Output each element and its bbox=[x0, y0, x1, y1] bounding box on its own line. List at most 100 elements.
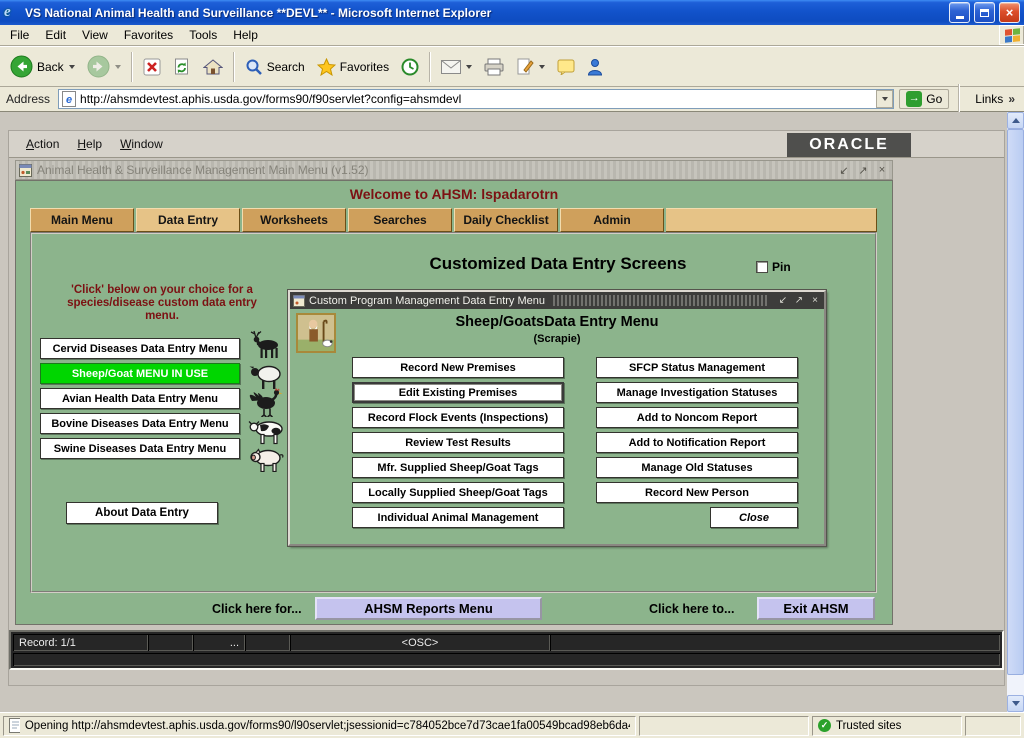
forward-button[interactable] bbox=[81, 51, 127, 82]
tab-admin[interactable]: Admin bbox=[560, 208, 664, 232]
pig-icon bbox=[243, 442, 289, 472]
history-button[interactable] bbox=[395, 54, 425, 80]
species-button-sheep-goat-in-use[interactable]: Sheep/Goat MENU IN USE bbox=[40, 363, 240, 384]
pin-checkbox[interactable] bbox=[756, 261, 768, 273]
menu-view[interactable]: View bbox=[74, 28, 116, 42]
mdi-minimize-icon[interactable]: ↙ bbox=[837, 164, 851, 177]
dialog-minimize-icon[interactable]: ↙ bbox=[777, 295, 789, 306]
record-flock-events-button[interactable]: Record Flock Events (Inspections) bbox=[352, 407, 564, 428]
individual-animal-management-button[interactable]: Individual Animal Management bbox=[352, 507, 564, 528]
refresh-icon bbox=[173, 58, 191, 76]
dialog-close-icon[interactable]: × bbox=[809, 295, 821, 306]
tab-searches[interactable]: Searches bbox=[348, 208, 452, 232]
mdi-restore-icon[interactable]: ↗ bbox=[856, 164, 870, 177]
record-indicator: Record: 1/1 bbox=[13, 634, 148, 651]
maximize-icon bbox=[980, 9, 989, 17]
browser-viewport: Action Help Window ORACLE Animal Health … bbox=[0, 112, 1024, 712]
dialog-restore-icon[interactable]: ↗ bbox=[793, 295, 805, 306]
mdi-window-titlebar[interactable]: Animal Health & Surveillance Management … bbox=[15, 160, 893, 180]
ahsm-reports-menu-button[interactable]: AHSM Reports Menu bbox=[315, 597, 542, 620]
edit-existing-premises-button[interactable]: Edit Existing Premises bbox=[352, 382, 564, 403]
close-button[interactable]: × bbox=[999, 2, 1020, 23]
menu-edit[interactable]: Edit bbox=[37, 28, 74, 42]
menu-help[interactable]: Help bbox=[225, 28, 266, 42]
reports-caption: Click here for... bbox=[212, 602, 302, 616]
sfcp-status-management-button[interactable]: SFCP Status Management bbox=[596, 357, 798, 378]
address-dropdown-button[interactable] bbox=[876, 90, 893, 108]
mail-dropdown-icon[interactable] bbox=[466, 65, 472, 69]
species-button-avian[interactable]: Avian Health Data Entry Menu bbox=[40, 388, 240, 409]
mfr-supplied-tags-button[interactable]: Mfr. Supplied Sheep/Goat Tags bbox=[352, 457, 564, 478]
status-message-panel: Opening http://ahsmdevtest.aphis.usda.go… bbox=[3, 716, 636, 736]
messenger-button[interactable] bbox=[581, 54, 609, 80]
address-bar: Address e → Go Links » bbox=[0, 87, 1024, 112]
trusted-sites-check-icon: ✓ bbox=[818, 719, 831, 732]
species-button-bovine[interactable]: Bovine Diseases Data Entry Menu bbox=[40, 413, 240, 434]
home-button[interactable] bbox=[197, 54, 229, 80]
forward-dropdown-icon[interactable] bbox=[115, 65, 121, 69]
print-button[interactable] bbox=[478, 54, 510, 80]
vertical-scrollbar[interactable] bbox=[1007, 112, 1024, 712]
forms-menu-action[interactable]: Action bbox=[17, 137, 68, 151]
tab-worksheets[interactable]: Worksheets bbox=[242, 208, 346, 232]
close-icon: × bbox=[1006, 6, 1014, 19]
home-icon bbox=[203, 58, 223, 76]
add-to-noncom-report-button[interactable]: Add to Noncom Report bbox=[596, 407, 798, 428]
scroll-down-button[interactable] bbox=[1007, 695, 1024, 712]
page-icon: e bbox=[62, 91, 76, 107]
about-data-entry-button[interactable]: About Data Entry bbox=[66, 502, 218, 524]
exit-ahsm-button[interactable]: Exit AHSM bbox=[757, 597, 875, 620]
tab-main-menu[interactable]: Main Menu bbox=[30, 208, 134, 232]
print-icon bbox=[484, 58, 504, 76]
stop-button[interactable] bbox=[137, 54, 167, 80]
go-button[interactable]: → Go bbox=[899, 89, 949, 109]
manage-old-statuses-button[interactable]: Manage Old Statuses bbox=[596, 457, 798, 478]
address-input[interactable] bbox=[80, 92, 872, 106]
oracle-forms-applet: Action Help Window ORACLE Animal Health … bbox=[8, 130, 1005, 686]
deer-icon bbox=[243, 330, 289, 360]
back-button[interactable]: Back bbox=[4, 51, 81, 82]
document-icon bbox=[9, 718, 20, 733]
menu-tools[interactable]: Tools bbox=[181, 28, 225, 42]
add-to-notification-report-button[interactable]: Add to Notification Report bbox=[596, 432, 798, 453]
mail-button[interactable] bbox=[435, 56, 478, 78]
refresh-button[interactable] bbox=[167, 54, 197, 80]
tab-daily-checklist[interactable]: Daily Checklist bbox=[454, 208, 558, 232]
console-ellipsis: ... bbox=[193, 634, 245, 651]
dialog-titlebar[interactable]: Custom Program Management Data Entry Men… bbox=[290, 292, 824, 309]
forms-status-console: Record: 1/1 ... <OSC> bbox=[9, 630, 1004, 670]
search-button[interactable]: Search bbox=[239, 54, 311, 80]
mail-icon bbox=[441, 60, 461, 74]
locally-supplied-tags-button[interactable]: Locally Supplied Sheep/Goat Tags bbox=[352, 482, 564, 503]
menu-file[interactable]: File bbox=[2, 28, 37, 42]
links-button[interactable]: Links » bbox=[969, 92, 1021, 106]
back-dropdown-icon[interactable] bbox=[69, 65, 75, 69]
scrollbar-thumb[interactable] bbox=[1007, 129, 1024, 675]
search-icon bbox=[245, 58, 263, 76]
favorites-button[interactable]: Favorites bbox=[311, 54, 395, 80]
tab-data-entry[interactable]: Data Entry bbox=[136, 208, 240, 232]
maximize-button[interactable] bbox=[974, 2, 995, 23]
forms-menu-window[interactable]: Window bbox=[111, 137, 172, 151]
review-test-results-button[interactable]: Review Test Results bbox=[352, 432, 564, 453]
edit-button[interactable] bbox=[510, 54, 551, 80]
toolbar-separator bbox=[233, 52, 235, 82]
tab-bar-filler bbox=[666, 208, 877, 232]
discuss-button[interactable] bbox=[551, 55, 581, 79]
forms-menu-help[interactable]: Help bbox=[68, 137, 111, 151]
record-new-person-button[interactable]: Record New Person bbox=[596, 482, 798, 503]
manage-investigation-statuses-button[interactable]: Manage Investigation Statuses bbox=[596, 382, 798, 403]
scroll-up-button[interactable] bbox=[1007, 112, 1024, 129]
discuss-icon bbox=[557, 59, 575, 75]
mdi-close-icon[interactable]: × bbox=[875, 164, 889, 176]
dialog-close-button[interactable]: Close bbox=[710, 507, 798, 528]
toolbar-separator bbox=[958, 84, 960, 114]
minimize-button[interactable] bbox=[949, 2, 970, 23]
edit-dropdown-icon[interactable] bbox=[539, 65, 545, 69]
species-button-swine[interactable]: Swine Diseases Data Entry Menu bbox=[40, 438, 240, 459]
menu-favorites[interactable]: Favorites bbox=[116, 28, 181, 42]
species-button-cervid[interactable]: Cervid Diseases Data Entry Menu bbox=[40, 338, 240, 359]
cow-icon bbox=[243, 415, 289, 445]
panel-title: Customized Data Entry Screens bbox=[430, 254, 687, 274]
record-new-premises-button[interactable]: Record New Premises bbox=[352, 357, 564, 378]
